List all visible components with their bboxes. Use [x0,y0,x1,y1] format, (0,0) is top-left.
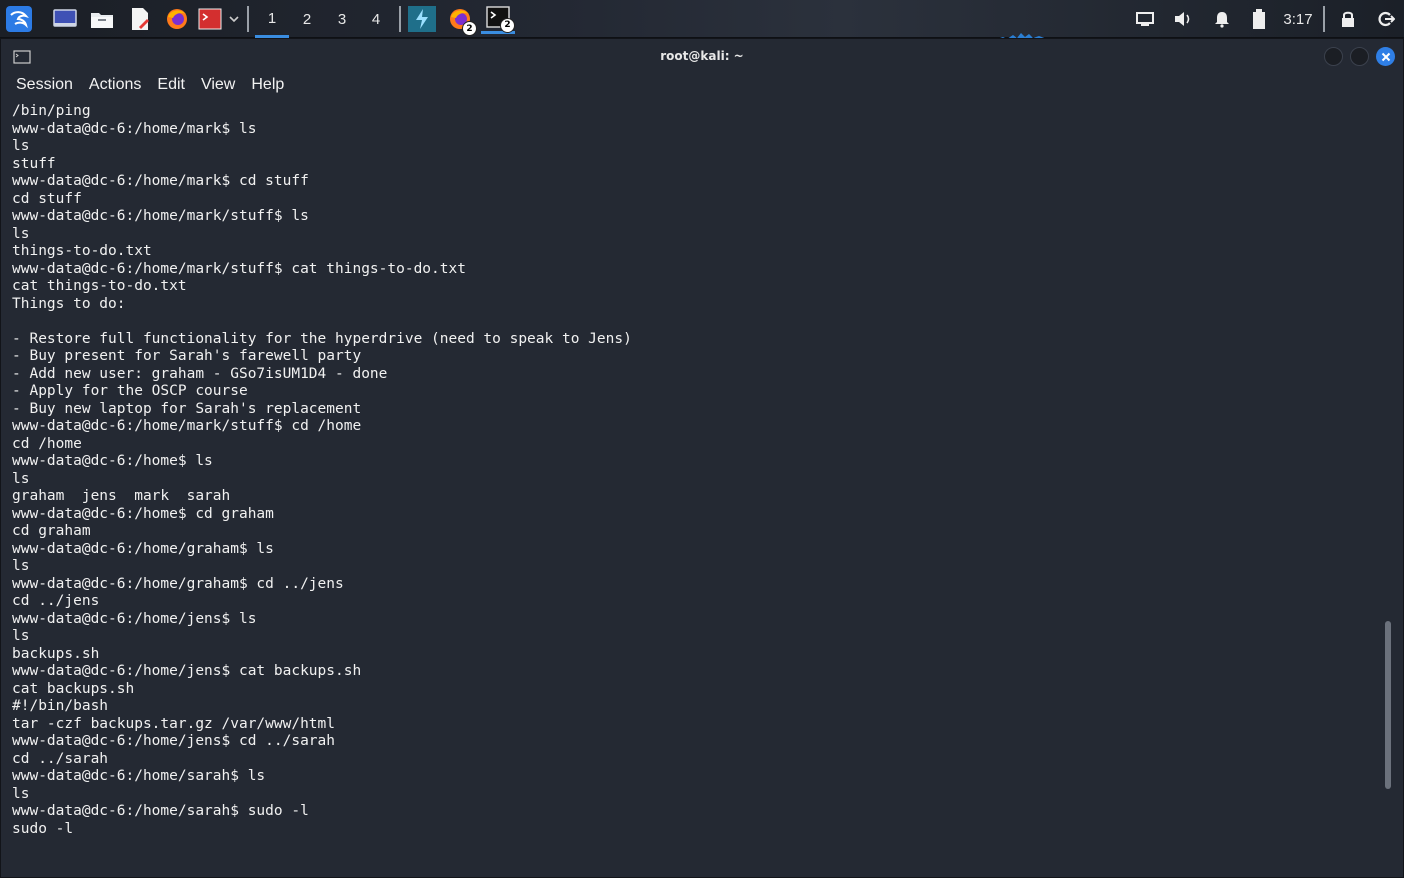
terminal-line: ls [12,628,30,644]
menu-help[interactable]: Help [243,73,292,97]
terminal-line: stuff [12,155,56,172]
workspace-label: 3 [337,10,347,28]
terminal-line: cat things-to-do.txt [12,278,187,294]
workspace-1[interactable]: 1 [255,0,289,38]
terminal-window-icon[interactable]: 2 [481,2,515,34]
bell-icon[interactable] [1210,6,1234,32]
close-button[interactable] [1376,47,1395,66]
kali-menu-icon[interactable] [5,6,33,32]
menu-view[interactable]: View [193,73,243,97]
terminal-line: cat backups.sh [12,680,135,697]
terminal-line: www-data@dc-6:/home/jens$ cat backups.sh [12,663,362,679]
terminal-line: /bin/ping [12,103,91,119]
terminal-window-count: 2 [500,17,515,33]
workspace-4[interactable]: 4 [359,0,393,38]
terminal-window: root@kali: ~ Session Actions Edit View H… [0,38,1404,878]
menu-edit[interactable]: Edit [149,73,193,97]
display-icon[interactable] [1133,6,1157,32]
top-panel: 1 2 3 4 2 2 3:17 [0,0,1404,41]
terminal-line: www-data@dc-6:/home/mark$ ls [12,120,257,137]
terminal-line: ls [12,785,30,802]
firefox-window-count: 2 [462,21,477,36]
file-manager-icon[interactable] [89,6,115,32]
terminal-line: cd ../sarah [12,750,109,767]
text-editor-icon[interactable] [127,6,153,32]
terminal-line: graham jens mark sarah [12,488,231,504]
minimize-button[interactable] [1324,47,1343,66]
terminal-line: - Apply for the OSCP course [12,383,248,399]
terminal-line: cd ../jens [12,593,100,609]
terminal-line: www-data@dc-6:/home/mark$ cd stuff [12,173,309,189]
menu-session[interactable]: Session [1,73,81,97]
lock-icon[interactable] [1336,6,1360,32]
terminal-line: things-to-do.txt [12,243,152,259]
desktop-icon[interactable] [52,6,78,32]
terminal-line: www-data@dc-6:/home/graham$ ls [12,540,274,557]
title-bar[interactable]: root@kali: ~ [1,39,1403,73]
menu-actions[interactable]: Actions [81,73,149,97]
terminal-line: www-data@dc-6:/home/jens$ cd ../sarah [12,733,336,749]
terminal-line: #!/bin/bash [12,698,109,714]
window-title: root@kali: ~ [660,49,744,63]
terminal-line: - Buy new laptop for Sarah's replacement [12,400,362,417]
terminal-output[interactable]: /bin/ping www-data@dc-6:/home/mark$ ls ls s… [12,103,1372,873]
terminal-line: www-data@dc-6:/home/jens$ ls [12,610,257,627]
terminal-line: ls [12,558,30,574]
workspace-label: 4 [371,10,381,28]
terminal-line: www-data@dc-6:/home/mark/stuff$ cd /home [12,418,362,434]
terminal-line: cd graham [12,523,91,539]
terminal-line: www-data@dc-6:/home/graham$ cd ../jens [12,575,344,592]
clock[interactable]: 3:17 [1278,0,1318,38]
terminal-line: cd stuff [12,190,82,207]
volume-icon[interactable] [1171,6,1195,32]
terminal-red-icon[interactable] [197,6,223,32]
terminal-line: tar -czf backups.tar.gz /var/www/html [12,715,336,732]
logout-icon[interactable] [1374,6,1398,32]
terminal-line: www-data@dc-6:/home$ cd graham [12,505,274,522]
terminal-line: www-data@dc-6:/home/sarah$ ls [12,768,266,784]
panel-separator [247,6,249,32]
terminal-line: www-data@dc-6:/home$ ls [12,453,213,469]
terminal-line: www-data@dc-6:/home/mark/stuff$ cat thin… [12,260,466,277]
terminal-line: - Add new user: graham - GSo7isUM1D4 - d… [12,365,388,382]
terminal-line: ls [12,225,30,242]
terminal-line: Things to do: [12,295,126,312]
terminal-line: ls [12,470,30,487]
burp-icon[interactable] [408,6,436,32]
cpu-graph [977,26,1125,41]
panel-separator [399,6,401,32]
battery-icon[interactable] [1247,6,1271,32]
firefox-window-icon[interactable]: 2 [446,6,477,36]
chevron-down-icon[interactable] [227,6,241,32]
terminal-line: ls [12,138,30,154]
workspace-3[interactable]: 3 [325,0,359,38]
terminal-line: sudo -l [12,820,74,837]
workspace-2[interactable]: 2 [290,0,324,38]
terminal-line: - Restore full functionality for the hyp… [12,330,632,347]
terminal-line: www-data@dc-6:/home/mark/stuff$ ls [12,208,309,224]
terminal-line: backups.sh [12,645,100,662]
close-icon [1381,52,1390,61]
terminal-line: cd /home [12,435,82,452]
menu-bar: Session Actions Edit View Help [1,73,1403,97]
maximize-button[interactable] [1350,47,1369,66]
terminal-line: www-data@dc-6:/home/sarah$ sudo -l [12,803,309,819]
terminal-line: - Buy present for Sarah's farewell party [12,348,362,364]
scrollbar-thumb[interactable] [1385,621,1391,789]
workspace-label: 1 [267,10,277,27]
panel-separator [1323,6,1325,32]
workspace-label: 2 [302,10,312,28]
firefox-icon[interactable] [164,6,190,32]
